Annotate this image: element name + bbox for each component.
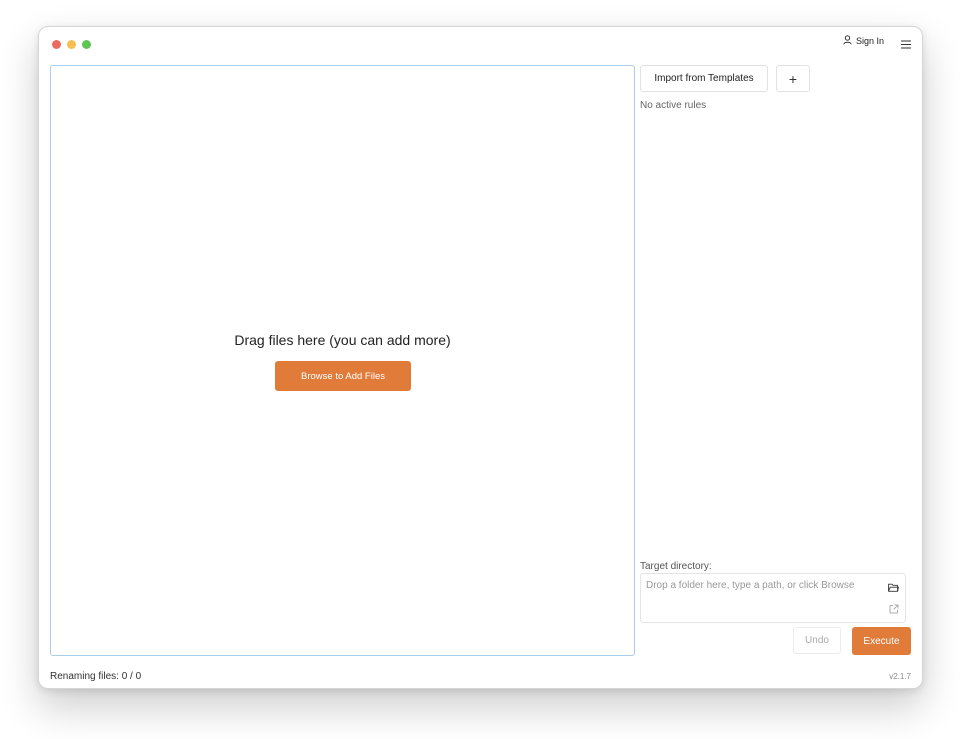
window-controls: [52, 40, 91, 49]
dropzone-prompt: Drag files here (you can add more): [234, 332, 451, 348]
close-window-button[interactable]: [52, 40, 61, 49]
version-label: v2.1.7: [889, 672, 911, 681]
app-window: Sign In Drag files here (you can add mor…: [38, 26, 923, 689]
user-icon: [843, 35, 852, 47]
rules-empty-text: No active rules: [640, 100, 707, 111]
import-templates-button[interactable]: Import from Templates: [640, 65, 768, 92]
execute-button[interactable]: Execute: [852, 627, 911, 655]
renaming-status: Renaming files: 0 / 0: [50, 671, 142, 682]
sign-in-label: Sign In: [855, 36, 884, 46]
file-dropzone[interactable]: Drag files here (you can add more) Brows…: [50, 65, 635, 656]
add-rule-button[interactable]: +: [776, 65, 810, 92]
hamburger-menu-icon[interactable]: [901, 36, 911, 54]
undo-button[interactable]: Undo: [793, 627, 841, 654]
target-directory-box[interactable]: [640, 573, 906, 623]
external-link-icon[interactable]: [889, 601, 899, 619]
target-directory-input[interactable]: [646, 578, 874, 592]
zoom-window-button[interactable]: [82, 40, 91, 49]
sign-in-button[interactable]: Sign In: [843, 35, 884, 47]
target-directory-label: Target directory:: [640, 561, 712, 572]
minimize-window-button[interactable]: [67, 40, 76, 49]
folder-open-icon[interactable]: [888, 579, 899, 597]
browse-files-button[interactable]: Browse to Add Files: [275, 361, 411, 391]
